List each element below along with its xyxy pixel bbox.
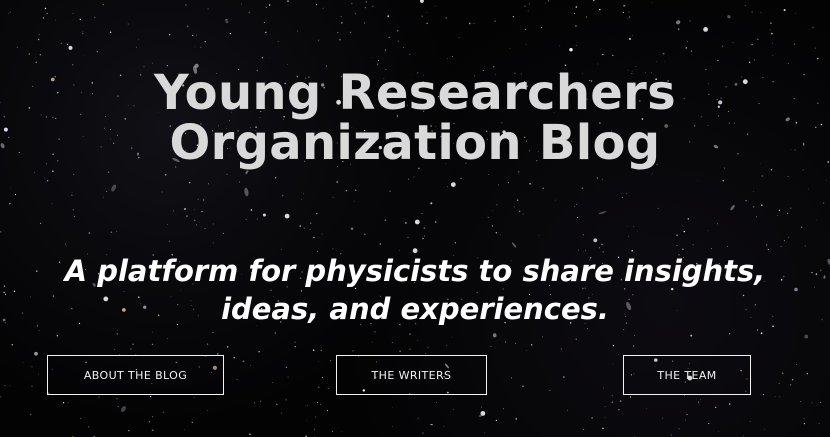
title-line-2: Organization Blog [169, 115, 661, 171]
subtitle-line-2: ideas, and experiences. [221, 292, 609, 326]
subtitle-line-1: A platform for physicists to share insig… [64, 254, 766, 288]
the-writers-button[interactable]: THE WRITERS [336, 355, 487, 395]
page-title: Young Researchers Organization Blog [0, 68, 830, 168]
the-team-button[interactable]: THE TEAM [623, 355, 751, 395]
about-the-blog-button[interactable]: ABOUT THE BLOG [47, 355, 224, 395]
hero-section: Young Researchers Organization Blog A pl… [0, 0, 830, 437]
title-line-1: Young Researchers [154, 65, 676, 121]
hero-subtitle: A platform for physicists to share insig… [0, 252, 830, 328]
